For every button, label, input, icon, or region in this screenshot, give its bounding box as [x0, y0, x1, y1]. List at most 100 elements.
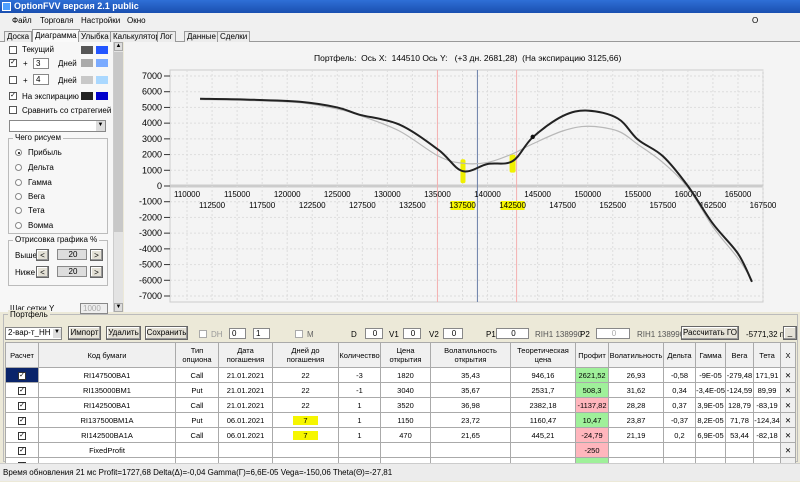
x-tick-label: 115000: [224, 190, 251, 199]
table-cell: Put: [175, 412, 219, 428]
m-label: M: [307, 330, 314, 339]
column-header[interactable]: Тип опциона: [175, 342, 219, 368]
calc-checkbox-cell[interactable]: ✓: [5, 397, 39, 413]
p1-input[interactable]: 0: [496, 328, 529, 339]
column-header[interactable]: Дата погашения: [218, 342, 273, 368]
x-tick-label: 167500: [750, 201, 777, 210]
remove-row-button[interactable]: ✕: [780, 367, 796, 383]
table-cell: 26,93: [608, 367, 664, 383]
table-row[interactable]: ✓ RI137500BM1A Put 06.01.2021 7 1 1150 23,72 116…: [5, 412, 796, 428]
table-row[interactable]: ✓ RI147500BA1 Call 21.01.2021 22 -3 1820 35,43 9…: [5, 367, 796, 383]
calc-checkbox-cell[interactable]: ✓: [5, 427, 39, 443]
x-tick-label: 135000: [424, 190, 451, 199]
table-cell: 3,9E-05: [695, 397, 726, 413]
calc-checkbox[interactable]: ✓: [18, 402, 26, 410]
column-header[interactable]: Цена открытия: [380, 342, 431, 368]
y-tick-label: 7000: [142, 71, 162, 81]
calc-checkbox[interactable]: ✓: [18, 387, 26, 395]
table-cell: 71,78: [725, 412, 754, 428]
table-cell: 1: [338, 412, 381, 428]
column-header[interactable]: Волатильность открытия: [430, 342, 511, 368]
remove-row-button[interactable]: ✕: [780, 382, 796, 398]
y-tick-label: -5000: [139, 260, 162, 270]
column-header[interactable]: Код бумаги: [38, 342, 176, 368]
table-cell: 35,43: [430, 367, 511, 383]
table-cell: 06.01.2021: [218, 427, 273, 443]
y-tick-label: -1000: [139, 197, 162, 207]
remove-row-button[interactable]: ✕: [780, 412, 796, 428]
column-header[interactable]: Количество: [338, 342, 381, 368]
table-row[interactable]: ✓ RI142500BA1A Call 06.01.2021 7 1 470 21,65 445…: [5, 427, 796, 443]
d-input[interactable]: 0: [365, 328, 383, 339]
table-row[interactable]: ✓ FixedProfit -250 ✕: [5, 442, 796, 458]
column-header[interactable]: Волатильность: [608, 342, 664, 368]
table-cell: -3: [338, 367, 381, 383]
table-cell: 8,2E-05: [695, 412, 726, 428]
calculate-margin-button[interactable]: Рассчитать ГО: [681, 326, 739, 340]
m-checkbox[interactable]: [295, 330, 303, 338]
spinner-2[interactable]: 1: [253, 328, 270, 339]
table-cell: 3520: [380, 397, 431, 413]
x-tick-label: 150000: [574, 190, 601, 199]
remove-row-button[interactable]: ✕: [780, 397, 796, 413]
table-row[interactable]: ✓ RI142500BA1 Call 21.01.2021 22 1 3520 36,98 23…: [5, 397, 796, 413]
column-header[interactable]: X: [780, 342, 796, 368]
column-header[interactable]: Профит: [575, 342, 609, 368]
table-cell: [510, 442, 576, 458]
y-tick-label: 3000: [142, 134, 162, 144]
profit-chart[interactable]: 7000 6000 5000 4000 3000 2000 1000 0 -1000 -2000 -…: [0, 0, 800, 312]
calc-checkbox[interactable]: ✓: [18, 417, 26, 425]
calc-checkbox[interactable]: ✓: [18, 447, 26, 455]
column-header[interactable]: Дельта: [663, 342, 696, 368]
dh-checkbox[interactable]: [199, 330, 207, 338]
table-cell: [380, 442, 431, 458]
x-tick-label: 112500: [199, 201, 226, 210]
calc-checkbox-cell[interactable]: ✓: [5, 442, 39, 458]
remove-row-button[interactable]: ✕: [780, 427, 796, 443]
calc-checkbox-cell[interactable]: ✓: [5, 382, 39, 398]
table-row[interactable]: ✓ RI135000BM1 Put 21.01.2021 22 -1 3040 35,67 25…: [5, 382, 796, 398]
extra-button[interactable]: _: [783, 326, 797, 340]
table-cell: 21,65: [430, 427, 511, 443]
table-cell: 23,87: [608, 412, 664, 428]
highlighted-days: 7: [293, 415, 318, 425]
x-tick-label: 140000: [474, 190, 501, 199]
x-tick-label: 147500: [549, 201, 576, 210]
column-header[interactable]: Тета: [753, 342, 781, 368]
column-header[interactable]: Расчет: [5, 342, 39, 368]
table-cell: 06.01.2021: [218, 412, 273, 428]
column-header[interactable]: Вега: [725, 342, 754, 368]
column-header[interactable]: Теоретическая цена: [510, 342, 576, 368]
y-tick-label: 6000: [142, 87, 162, 97]
table-cell: RI137500BM1A: [38, 412, 176, 428]
x-tick-label: 152500: [599, 201, 626, 210]
save-button[interactable]: Сохранить: [145, 326, 188, 340]
table-cell: Call: [175, 367, 219, 383]
table-cell: 171,91: [753, 367, 781, 383]
chevron-down-icon[interactable]: ▼: [53, 329, 61, 338]
calc-checkbox[interactable]: ✓: [18, 432, 26, 440]
status-bar: Время обновления 21 мс Profit=1727,68 De…: [0, 463, 800, 481]
table-cell: 21,19: [608, 427, 664, 443]
spinner-1[interactable]: 0: [229, 328, 246, 339]
delete-button[interactable]: Удалить: [106, 326, 141, 340]
table-cell: RI147500BA1: [38, 367, 176, 383]
p2-input[interactable]: 0: [596, 328, 630, 339]
v1-input[interactable]: 0: [403, 328, 421, 339]
x-tick-label: 132500: [399, 201, 426, 210]
import-button[interactable]: Импорт: [68, 326, 101, 340]
column-header[interactable]: Гамма: [695, 342, 726, 368]
calc-checkbox-cell[interactable]: ✓: [5, 412, 39, 428]
table-cell: 22: [272, 397, 339, 413]
table-cell: 22: [272, 382, 339, 398]
table-cell: 470: [380, 427, 431, 443]
calc-checkbox-cell[interactable]: ✓: [5, 367, 39, 383]
remove-row-button[interactable]: ✕: [780, 442, 796, 458]
calc-checkbox[interactable]: ✓: [18, 372, 26, 380]
table-cell: Put: [175, 382, 219, 398]
x-tick-label: 127500: [349, 201, 376, 210]
column-header[interactable]: Дней до погашения: [272, 342, 339, 368]
y-tick-label: 4000: [142, 118, 162, 128]
v2-input[interactable]: 0: [443, 328, 463, 339]
table-cell: 445,21: [510, 427, 576, 443]
